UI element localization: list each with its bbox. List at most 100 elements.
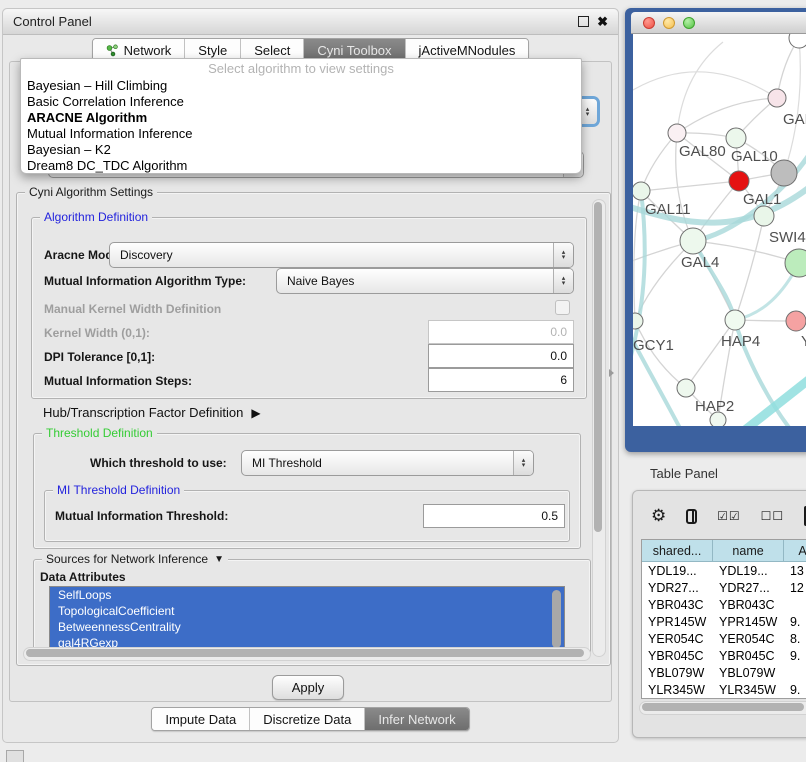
dpi-tolerance-field[interactable]: 0.0	[428, 344, 574, 368]
attribute-item-selected[interactable]: BetweennessCentrality	[50, 619, 564, 635]
node-salmon[interactable]	[786, 311, 806, 331]
algorithm-option[interactable]: Bayesian – Hill Climbing	[21, 77, 581, 93]
close-panel-icon[interactable]: ✖	[597, 15, 608, 28]
network-edge[interactable]	[735, 216, 764, 320]
expanded-arrow-icon[interactable]: ▼	[214, 554, 224, 565]
list-vertical-scrollbar[interactable]	[552, 590, 562, 650]
table-row[interactable]: YIL052CYIL052C9	[642, 698, 806, 699]
table-horizontal-scrollbar[interactable]	[639, 701, 806, 715]
tab-discretize-data[interactable]: Discretize Data	[250, 708, 365, 730]
table-toolbar: ⚙ ☑☑ ☐☐	[651, 503, 806, 529]
algorithm-definition-title: Algorithm Definition	[40, 210, 152, 224]
network-edge[interactable]	[745, 378, 806, 426]
network-node-label: HAP4	[721, 333, 760, 350]
float-window-icon[interactable]	[578, 16, 589, 27]
node-hap2[interactable]	[677, 379, 695, 397]
network-window-titlebar	[631, 12, 806, 34]
hub-definition-label: Hub/Transcription Factor Definition	[43, 405, 243, 420]
close-window-button[interactable]	[643, 17, 655, 29]
minimize-window-button[interactable]	[663, 17, 675, 29]
network-canvas[interactable]: GALGAL80GAL10GAL1GAL11SWI4GAL4GCY1HAP4YH…	[633, 34, 806, 426]
apply-button[interactable]: Apply	[272, 675, 344, 700]
network-node-label: HAP2	[695, 398, 734, 415]
algorithm-option[interactable]: Mutual Information Inference	[21, 125, 581, 141]
kernel-width-field[interactable]: 0.0	[428, 320, 574, 344]
node-table: shared... name A YDL19...YDL19...13 YDR2…	[641, 539, 806, 699]
algorithm-option-selected[interactable]: ARACNE Algorithm	[21, 109, 581, 125]
tab-network-label: Network	[124, 43, 172, 58]
deselect-all-icon[interactable]: ☐☐	[761, 509, 785, 523]
which-threshold-combobox[interactable]: MI Threshold ▴▾	[241, 450, 534, 476]
kernel-width-label: Kernel Width (0,1):	[44, 326, 150, 340]
network-view-window: GALGAL80GAL10GAL1GAL11SWI4GAL4GCY1HAP4YH…	[625, 8, 806, 452]
mi-steps-field[interactable]: 6	[428, 368, 574, 392]
mi-type-combobox[interactable]: Naive Bayes ▴▾	[276, 268, 574, 294]
node-top-right[interactable]	[789, 34, 806, 48]
threshold-definition-title: Threshold Definition	[42, 426, 157, 440]
node-red[interactable]	[729, 171, 749, 191]
data-attributes-label: Data Attributes	[40, 570, 126, 584]
split-columns-icon[interactable]	[686, 509, 697, 524]
data-attributes-list[interactable]: SelfLoops TopologicalCoefficient Between…	[49, 586, 565, 654]
network-edge[interactable]	[677, 98, 777, 133]
network-edge[interactable]	[641, 133, 677, 191]
settings-vertical-scrollbar[interactable]	[592, 199, 606, 657]
node-gal80[interactable]	[668, 124, 686, 142]
resize-grip[interactable]	[6, 750, 24, 762]
column-header-shared-name[interactable]: shared...	[642, 540, 713, 562]
sources-group: Sources for Network Inference ▼ Data Att…	[33, 559, 591, 654]
aracne-mode-combobox[interactable]: Discovery ▴▾	[109, 242, 574, 268]
table-row[interactable]: YLR345WYLR345W9.	[642, 681, 806, 698]
control-panel-title: Control Panel	[13, 14, 92, 29]
algorithm-option[interactable]: Dream8 DC_TDC Algorithm	[21, 157, 581, 173]
network-node-label: GAL80	[679, 143, 726, 160]
algorithm-option[interactable]: Basic Correlation Inference	[21, 93, 581, 109]
settings-scrollbar-thumb[interactable]	[594, 202, 602, 532]
node-gal1[interactable]	[754, 206, 774, 226]
network-edge[interactable]	[635, 321, 686, 388]
network-node-label: GAL11	[645, 201, 691, 218]
mi-threshold-group-title: MI Threshold Definition	[53, 483, 184, 497]
table-row[interactable]: YBR045CYBR045C9.	[642, 647, 806, 664]
node-gal11[interactable]	[633, 182, 650, 200]
settings-horizontal-scrollbar[interactable]	[23, 647, 591, 661]
table-row[interactable]: YER054CYER054C8.	[642, 630, 806, 647]
node-gal-pink[interactable]	[768, 89, 786, 107]
node-swi4[interactable]	[785, 249, 806, 277]
network-node-label: Y	[801, 333, 806, 350]
table-row[interactable]: YBR043CYBR043C	[642, 596, 806, 613]
node-gal10[interactable]	[726, 128, 746, 148]
manual-kernel-label: Manual Kernel Width Definition	[44, 302, 221, 316]
mi-threshold-field[interactable]: 0.5	[423, 504, 565, 528]
column-header-name[interactable]: name	[713, 540, 784, 562]
table-row[interactable]: YDL19...YDL19...13	[642, 562, 806, 579]
network-edge[interactable]	[633, 72, 777, 98]
hub-definition-toggle[interactable]: Hub/Transcription Factor Definition ▶	[43, 405, 261, 420]
table-row[interactable]: YPR145WYPR145W9.	[642, 613, 806, 630]
algorithm-definition-group: Algorithm Definition Aracne Mode: Discov…	[31, 217, 587, 399]
manual-kernel-checkbox[interactable]	[555, 300, 570, 315]
select-all-icon[interactable]: ☑☑	[717, 509, 741, 523]
zoom-window-button[interactable]	[683, 17, 695, 29]
network-edge[interactable]	[784, 38, 800, 173]
network-graph[interactable]: GALGAL80GAL10GAL1GAL11SWI4GAL4GCY1HAP4YH…	[633, 34, 806, 426]
tab-impute-data[interactable]: Impute Data	[152, 708, 250, 730]
cyni-bottom-tabbar: Impute Data Discretize Data Infer Networ…	[3, 707, 618, 731]
table-row[interactable]: YDR27...YDR27...12	[642, 579, 806, 596]
gear-icon[interactable]: ⚙	[651, 506, 666, 526]
table-panel: ⚙ ☑☑ ☐☐ shared... name A YDL19...YDL19..…	[632, 490, 806, 738]
cyni-toolbox-panel: ▴ ▾ gal-filtered.sif default node ▴ ▾ Se…	[9, 61, 612, 702]
node-gcy1[interactable]	[633, 313, 643, 329]
table-row[interactable]: YBL079WYBL079W	[642, 664, 806, 681]
panel-divider-arrow[interactable]	[609, 369, 614, 377]
node-gal4[interactable]	[680, 228, 706, 254]
tab-infer-network[interactable]: Infer Network	[365, 708, 468, 730]
network-edge[interactable]	[686, 320, 735, 388]
network-node-label: GAL	[783, 111, 806, 128]
attribute-item-selected[interactable]: SelfLoops	[50, 587, 564, 603]
algorithm-option[interactable]: Bayesian – K2	[21, 141, 581, 157]
node-hap4[interactable]	[725, 310, 745, 330]
network-edge[interactable]	[641, 181, 739, 191]
attribute-item-selected[interactable]: TopologicalCoefficient	[50, 603, 564, 619]
column-header-partial[interactable]: A	[784, 540, 806, 562]
